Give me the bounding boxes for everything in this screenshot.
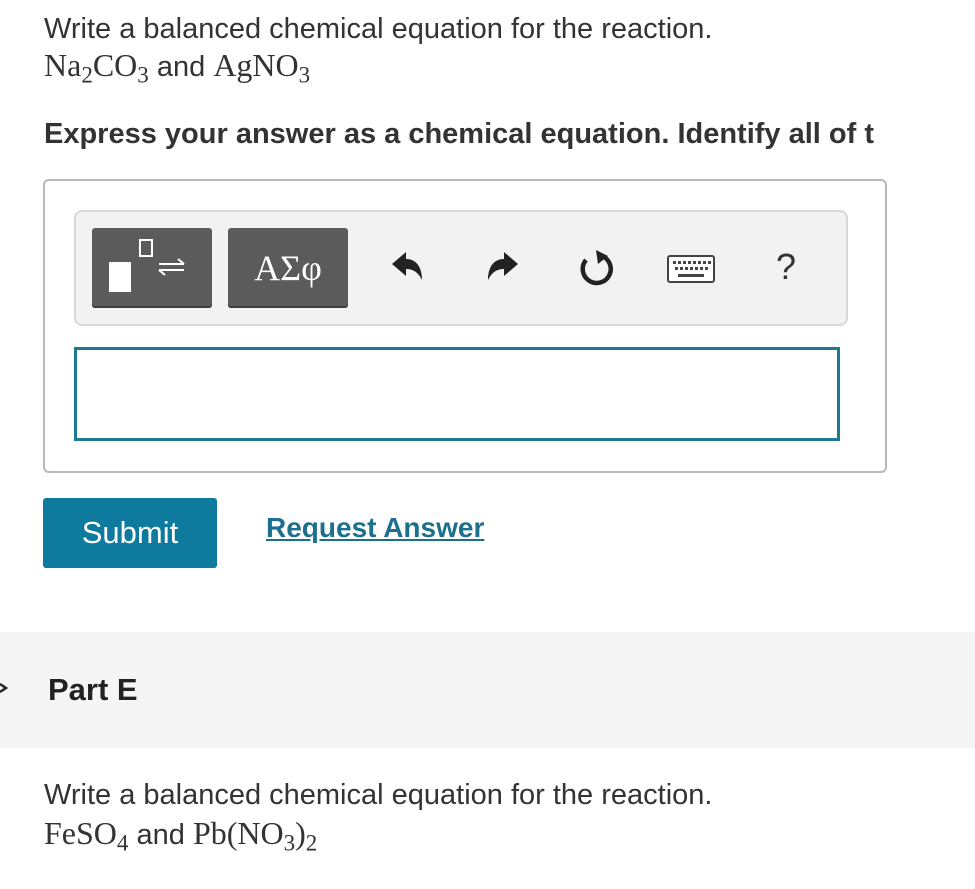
part-d-prompt: Write a balanced chemical equation for t…: [44, 12, 713, 88]
keyboard-icon[interactable]: [666, 248, 716, 288]
chevron-icon: [0, 682, 8, 694]
part-e-reactants: FeSO4 and Pb(NO3)2: [44, 815, 712, 856]
connector-and: and: [156, 51, 206, 83]
help-icon[interactable]: ?: [766, 242, 806, 292]
answer-panel: ΑΣφ ?: [43, 179, 887, 473]
connector-and: and: [136, 819, 185, 851]
part-e-header[interactable]: Part E: [0, 632, 975, 748]
part-d-reactants: Na2CO3 and AgNO3: [44, 47, 712, 88]
redo-icon[interactable]: [482, 246, 526, 290]
reactant-feso4: FeSO4: [44, 815, 129, 856]
submit-button[interactable]: Submit: [43, 498, 217, 568]
templates-button[interactable]: [92, 228, 212, 308]
reset-icon[interactable]: [574, 246, 618, 290]
reactant-pbno32: Pb(NO3)2: [192, 815, 318, 856]
greek-symbols-button[interactable]: ΑΣφ: [228, 228, 348, 308]
undo-icon[interactable]: [384, 246, 428, 290]
answer-instruction: Express your answer as a chemical equati…: [44, 118, 874, 150]
math-toolbar: ΑΣφ ?: [74, 210, 848, 326]
reactant-na2co3: Na2CO3: [44, 47, 149, 88]
request-answer-link[interactable]: Request Answer: [266, 512, 484, 544]
answer-input[interactable]: [74, 347, 840, 441]
part-d-prompt-text: Write a balanced chemical equation for t…: [44, 13, 713, 45]
part-e-prompt-text: Write a balanced chemical equation for t…: [44, 779, 713, 811]
templates-icon: [109, 239, 185, 292]
part-e-prompt: Write a balanced chemical equation for t…: [44, 778, 713, 856]
part-e-title: Part E: [48, 672, 138, 707]
reactant-agno3: AgNO3: [213, 47, 311, 88]
